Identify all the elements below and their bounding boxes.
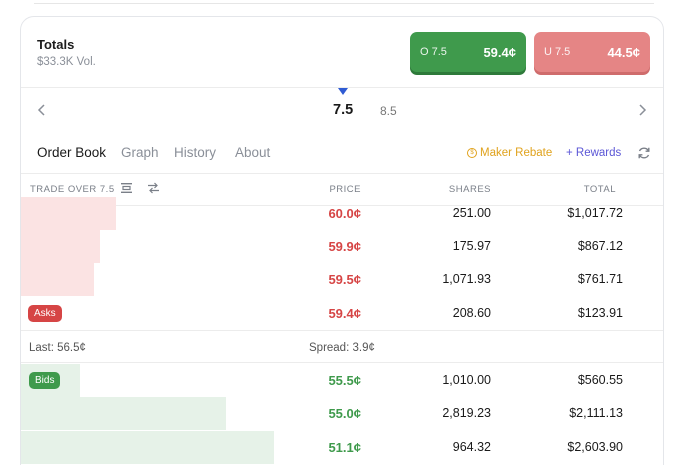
- ask-row[interactable]: 59.9¢ 175.97 $867.12: [21, 230, 663, 263]
- asks-badge: Asks: [28, 305, 62, 322]
- refresh-icon[interactable]: [637, 146, 651, 160]
- last-price: Last: 56.5¢: [29, 342, 86, 354]
- depth-bar: [21, 263, 94, 296]
- bid-total: $2,603.90: [567, 440, 623, 454]
- spread-value: Spread: 3.9¢: [309, 342, 375, 354]
- ask-shares: 1,071.93: [442, 272, 491, 286]
- ask-price: 59.9¢: [328, 239, 361, 254]
- bid-price: 55.0¢: [328, 406, 361, 421]
- bid-total: $560.55: [577, 373, 623, 387]
- depth-bar: [21, 397, 227, 430]
- ask-total: $867.12: [577, 239, 623, 253]
- ask-total: $761.71: [577, 272, 623, 286]
- depth-bar: [21, 431, 275, 464]
- ask-row[interactable]: 59.5¢ 1,071.93 $761.71: [21, 263, 663, 296]
- ask-shares: 208.60: [452, 306, 491, 320]
- bid-price: 51.1¢: [328, 440, 361, 455]
- market-card: Totals $33.3K Vol. O 7.5 59.4¢ U 7.5 44.…: [20, 16, 664, 465]
- ask-row[interactable]: 59.4¢ 208.60 $123.91: [21, 297, 663, 330]
- tab-history[interactable]: History: [174, 145, 216, 160]
- tab-order-book[interactable]: Order Book: [37, 145, 106, 160]
- bid-shares: 964.32: [452, 440, 491, 454]
- ask-total: $1,017.72: [567, 206, 623, 220]
- tab-graph[interactable]: Graph: [121, 145, 159, 160]
- depth-bar: [21, 230, 101, 263]
- bid-shares: 1,010.00: [442, 373, 491, 387]
- line-option[interactable]: 8.5: [380, 104, 397, 118]
- ask-price: 59.4¢: [328, 306, 361, 321]
- depth-bar: [21, 197, 116, 230]
- ask-total: $123.91: [577, 306, 623, 320]
- bid-row[interactable]: 51.1¢ 964.32 $2,603.90: [21, 431, 663, 464]
- under-label: U 7.5: [544, 46, 571, 58]
- swap-icon[interactable]: [147, 182, 161, 195]
- ask-price: 59.5¢: [328, 272, 361, 287]
- coin-icon: $: [467, 148, 477, 158]
- over-button[interactable]: O 7.5 59.4¢: [410, 32, 526, 72]
- tab-about[interactable]: About: [235, 145, 270, 160]
- over-label: O 7.5: [420, 46, 447, 58]
- bid-row[interactable]: 55.0¢ 2,819.23 $2,111.13: [21, 397, 663, 430]
- divider: [21, 173, 663, 174]
- bid-row[interactable]: 55.5¢ 1,010.00 $560.55: [21, 364, 663, 397]
- ask-shares: 251.00: [452, 206, 491, 220]
- under-button[interactable]: U 7.5 44.5¢: [534, 32, 650, 72]
- over-price: 59.4¢: [483, 44, 516, 60]
- market-title: Totals: [37, 37, 75, 52]
- column-header-shares: SHARES: [448, 184, 491, 195]
- column-header-price: PRICE: [329, 184, 361, 195]
- ask-shares: 175.97: [452, 239, 491, 253]
- line-option-active[interactable]: 7.5: [333, 102, 353, 118]
- bids-badge: Bids: [29, 372, 61, 389]
- bid-total: $2,111.13: [569, 406, 623, 420]
- under-price: 44.5¢: [607, 44, 640, 60]
- spread-row: Last: 56.5¢ Spread: 3.9¢: [21, 330, 663, 363]
- bid-shares: 2,819.23: [442, 406, 491, 420]
- previous-card-edge: [34, 0, 654, 4]
- active-line-indicator: [338, 88, 348, 95]
- layout-toggle-icon[interactable]: [120, 182, 134, 195]
- rewards-link[interactable]: + Rewards: [566, 147, 621, 159]
- chevron-right-icon[interactable]: [637, 103, 647, 120]
- chevron-left-icon[interactable]: [37, 103, 47, 120]
- maker-rebate-label: Maker Rebate: [480, 147, 553, 159]
- maker-rebate-link[interactable]: $ Maker Rebate: [467, 147, 552, 159]
- volume-label: $33.3K Vol.: [37, 56, 96, 68]
- bid-price: 55.5¢: [328, 373, 361, 388]
- column-header-total: TOTAL: [583, 184, 616, 195]
- ask-row[interactable]: 60.0¢ 251.00 $1,017.72: [21, 197, 663, 230]
- column-header-trade: TRADE OVER 7.5: [30, 184, 115, 195]
- ask-price: 60.0¢: [328, 206, 361, 221]
